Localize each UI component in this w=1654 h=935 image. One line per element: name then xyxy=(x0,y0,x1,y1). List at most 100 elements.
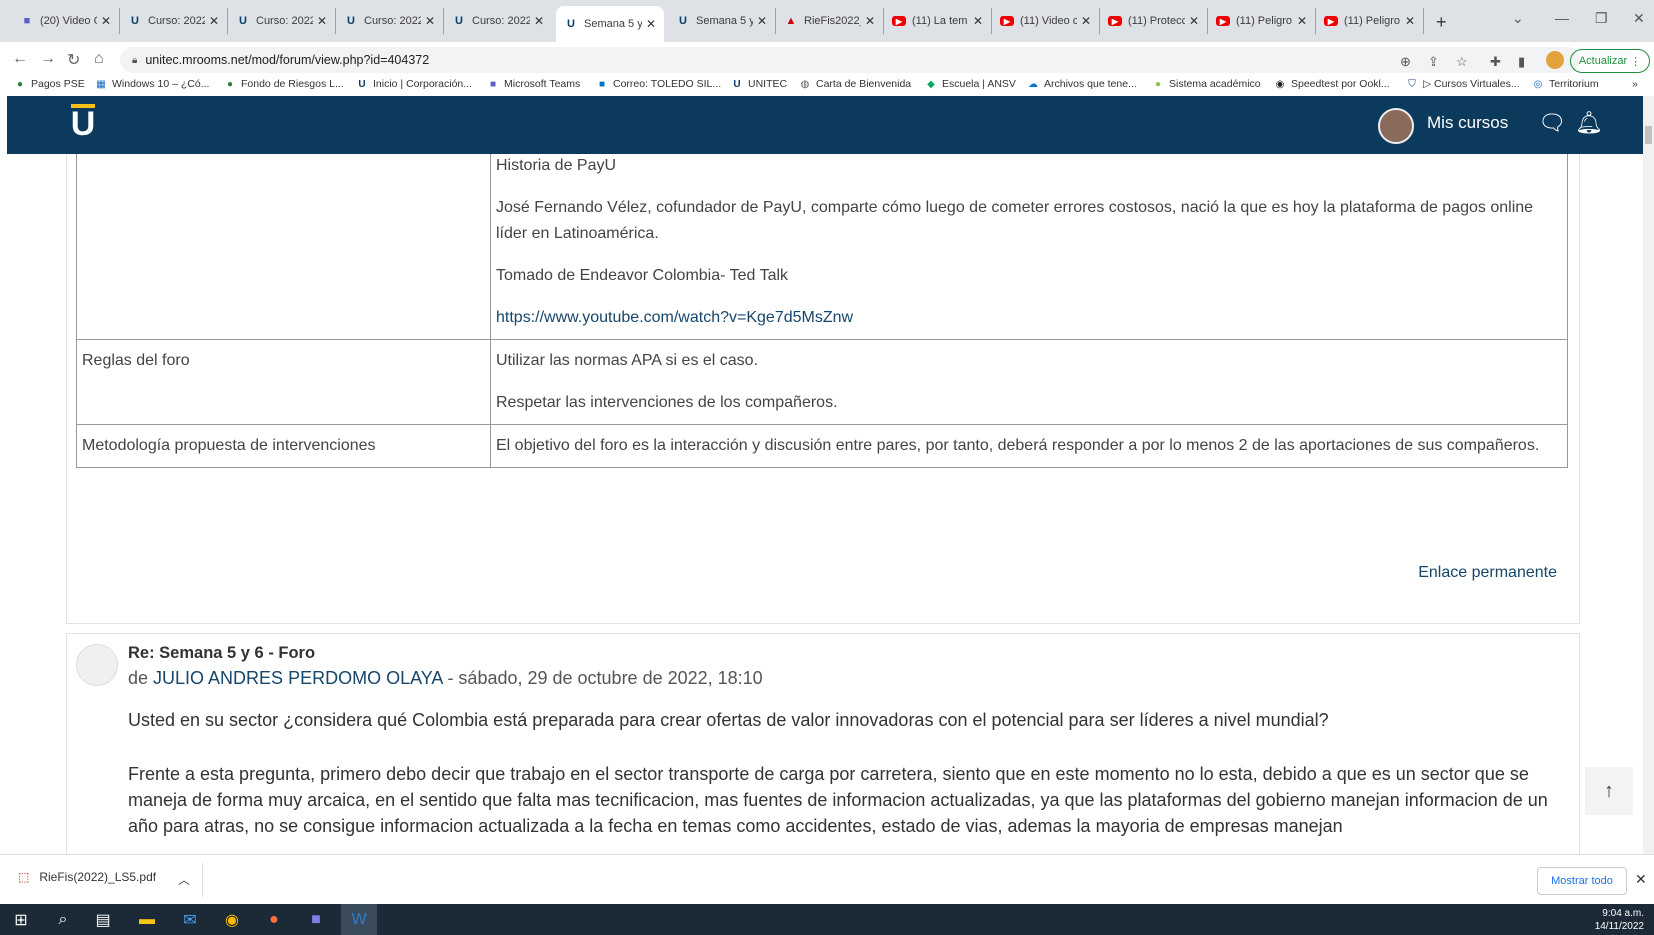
lock-icon[interactable]: 🔒︎ xyxy=(132,55,137,66)
back-arrow-icon[interactable]: ← xyxy=(12,50,28,68)
show-all-downloads-button[interactable]: Mostrar todo xyxy=(1537,867,1627,895)
task-view-icon[interactable]: ▤ xyxy=(92,909,114,931)
bookmark-item[interactable]: ● Fondo de Riesgos L... xyxy=(224,78,344,90)
windows-start-icon[interactable]: ⊞ xyxy=(10,909,32,931)
close-tab-icon[interactable]: ✕ xyxy=(1297,14,1307,28)
browser-tab[interactable]: ▶ (11) Protecc ✕ xyxy=(1100,8,1208,34)
site-logo[interactable]: U xyxy=(69,104,97,144)
more-bookmarks-chevron-icon[interactable]: » xyxy=(1632,78,1638,90)
close-tab-icon[interactable]: ✕ xyxy=(101,14,111,28)
reload-icon[interactable]: ↻ xyxy=(67,50,80,70)
profile-avatar-icon[interactable] xyxy=(1546,51,1564,69)
scrollbar-thumb[interactable] xyxy=(1645,126,1652,144)
new-tab-plus-icon[interactable]: + xyxy=(1436,12,1447,33)
extensions-puzzle-icon[interactable]: ✚ xyxy=(1490,54,1501,70)
browser-tab[interactable]: U Curso: 2022 ✕ xyxy=(228,8,336,34)
mis-cursos-link[interactable]: Mis cursos xyxy=(1427,113,1508,133)
bookmark-item[interactable]: ◆ Escuela | ANSV xyxy=(925,78,1016,90)
close-tab-icon[interactable]: ✕ xyxy=(646,17,656,31)
file-explorer-icon[interactable]: ▬ xyxy=(136,909,158,931)
close-tab-icon[interactable]: ✕ xyxy=(317,14,327,28)
table-row: Reglas del foro Utilizar las normas APA … xyxy=(76,339,1568,425)
mail-icon[interactable]: ✉ xyxy=(179,909,201,931)
close-window-icon[interactable]: ✕ xyxy=(1633,10,1645,27)
close-tab-icon[interactable]: ✕ xyxy=(865,14,875,28)
bookmark-item[interactable]: ▦ Windows 10 – ¿Có... xyxy=(95,78,209,90)
side-panel-icon[interactable]: ▮ xyxy=(1518,54,1525,70)
url-field[interactable]: 🔒︎ unitec.mrooms.net/mod/forum/view.php?… xyxy=(120,47,1580,73)
close-tab-icon[interactable]: ✕ xyxy=(973,14,983,28)
author-link[interactable]: JULIO ANDRES PERDOMO OLAYA xyxy=(153,668,442,688)
bookmark-item[interactable]: ◉ Speedtest por Ookl... xyxy=(1274,78,1390,90)
share-icon[interactable]: ⇪ xyxy=(1428,54,1439,70)
bookmark-item[interactable]: U Inicio | Corporación... xyxy=(356,78,472,90)
bookmark-favicon-icon: ◆ xyxy=(927,78,935,90)
reply-paragraph: Usted en su sector ¿considera qué Colomb… xyxy=(128,710,1329,730)
bookmark-item[interactable]: ■ Correo: TOLEDO SIL... xyxy=(596,78,721,90)
permalink-link[interactable]: Enlace permanente xyxy=(1418,564,1557,582)
bookmark-item[interactable]: ◍ Carta de Bienvenida xyxy=(799,78,912,90)
browser-tab-active[interactable]: U Semana 5 y ✕ xyxy=(556,6,664,42)
tab-search-chevron-icon[interactable]: ⌄ xyxy=(1512,10,1524,27)
user-avatar[interactable] xyxy=(1378,108,1414,144)
bookmark-item[interactable]: ● Sistema académico xyxy=(1152,78,1261,90)
browser-tab[interactable]: ■ (20) Video C ✕ xyxy=(12,8,120,34)
browser-tab[interactable]: U Curso: 2022 ✕ xyxy=(336,8,444,34)
bookmark-star-icon[interactable]: ☆ xyxy=(1456,54,1468,70)
browser-tab[interactable]: ▶ (11) La tem ✕ xyxy=(884,8,992,34)
main-content: Historia de PayU José Fernando Vélez, co… xyxy=(7,154,1643,854)
search-icon[interactable]: ⌕ xyxy=(52,909,74,931)
youtube-icon: ▶ xyxy=(1000,16,1014,26)
shield-icon: ⛉ xyxy=(1408,78,1416,90)
back-to-top-arrow-icon[interactable]: ↑ xyxy=(1585,767,1633,815)
speedtest-icon: ◉ xyxy=(1275,78,1285,90)
system-clock[interactable]: 9:04 a.m. 14/11/2022 xyxy=(1595,907,1644,933)
author-avatar[interactable] xyxy=(76,644,118,686)
home-icon[interactable]: ⌂ xyxy=(94,50,104,68)
restore-icon[interactable]: ❐ xyxy=(1595,10,1608,27)
table-value-cell: Historia de PayU José Fernando Vélez, co… xyxy=(490,154,1568,340)
notifications-bell-icon[interactable]: 🔔︎ xyxy=(1575,110,1603,136)
close-tab-icon[interactable]: ✕ xyxy=(1405,14,1415,28)
bookmark-item[interactable]: ☁ Archivos que tene... xyxy=(1027,78,1137,90)
table-key-cell: Reglas del foro xyxy=(76,339,491,425)
browser-tab[interactable]: ▶ (11) Peligro ✕ xyxy=(1208,8,1316,34)
browser-tab[interactable]: U Curso: 2022 ✕ xyxy=(120,8,228,34)
zoom-icon[interactable]: ⊕ xyxy=(1400,54,1411,70)
youtube-link[interactable]: https://www.youtube.com/watch?v=Kge7d5Ms… xyxy=(496,309,853,326)
page-scrollbar[interactable] xyxy=(1643,96,1654,854)
reply-date: - sábado, 29 de octubre de 2022, 18:10 xyxy=(442,668,763,688)
close-download-bar-icon[interactable]: ✕ xyxy=(1635,871,1647,888)
messages-speech-bubble-icon[interactable]: 🗨︎ xyxy=(1538,110,1566,136)
forward-arrow-icon[interactable]: → xyxy=(40,50,56,68)
close-tab-icon[interactable]: ✕ xyxy=(757,14,767,28)
update-button[interactable]: Actualizar ⋮ xyxy=(1570,49,1650,73)
word-icon[interactable]: W xyxy=(341,904,377,935)
bookmark-item[interactable]: U UNITEC xyxy=(731,78,787,90)
table-row: Metodología propuesta de intervenciones … xyxy=(76,424,1568,468)
browser-tab[interactable]: U Semana 5 y ✕ xyxy=(668,8,776,34)
bookmark-item[interactable]: ⛉ ▷ Cursos Virtuales... xyxy=(1406,78,1519,90)
unitec-icon: U xyxy=(455,15,463,27)
browser-tab[interactable]: U Curso: 2022 ✕ xyxy=(444,8,552,34)
bookmark-item[interactable]: ● Pagos PSE xyxy=(14,78,85,90)
close-tab-icon[interactable]: ✕ xyxy=(1081,14,1091,28)
download-options-chevron-icon[interactable]: ︿ xyxy=(178,871,190,888)
firefox-icon[interactable]: ● xyxy=(263,909,285,931)
cell-paragraph: Utilizar las normas APA si es el caso. xyxy=(496,352,759,369)
browser-tab[interactable]: ▲ RieFis2022_ ✕ xyxy=(776,8,884,34)
bookmark-favicon-icon: ◎ xyxy=(1533,78,1543,90)
bookmarks-bar: ● Pagos PSE ▦ Windows 10 – ¿Có... ● Fondo d… xyxy=(0,78,1654,96)
bookmark-item[interactable]: ■ Microsoft Teams xyxy=(487,78,580,90)
bookmark-item[interactable]: ◎ Territorium xyxy=(1532,78,1599,90)
close-tab-icon[interactable]: ✕ xyxy=(425,14,435,28)
browser-tab[interactable]: ▶ (11) Video c ✕ xyxy=(992,8,1100,34)
browser-tab[interactable]: ▶ (11) Peligro ✕ xyxy=(1316,8,1424,34)
close-tab-icon[interactable]: ✕ xyxy=(1189,14,1199,28)
minimize-icon[interactable]: — xyxy=(1555,10,1569,26)
close-tab-icon[interactable]: ✕ xyxy=(209,14,219,28)
teams-icon[interactable]: ■ xyxy=(305,909,327,931)
close-tab-icon[interactable]: ✕ xyxy=(534,14,544,28)
chrome-icon[interactable]: ◉ xyxy=(221,909,243,931)
download-item[interactable]: ⬚ RieFis(2022)_LS5.pdf xyxy=(18,870,156,884)
